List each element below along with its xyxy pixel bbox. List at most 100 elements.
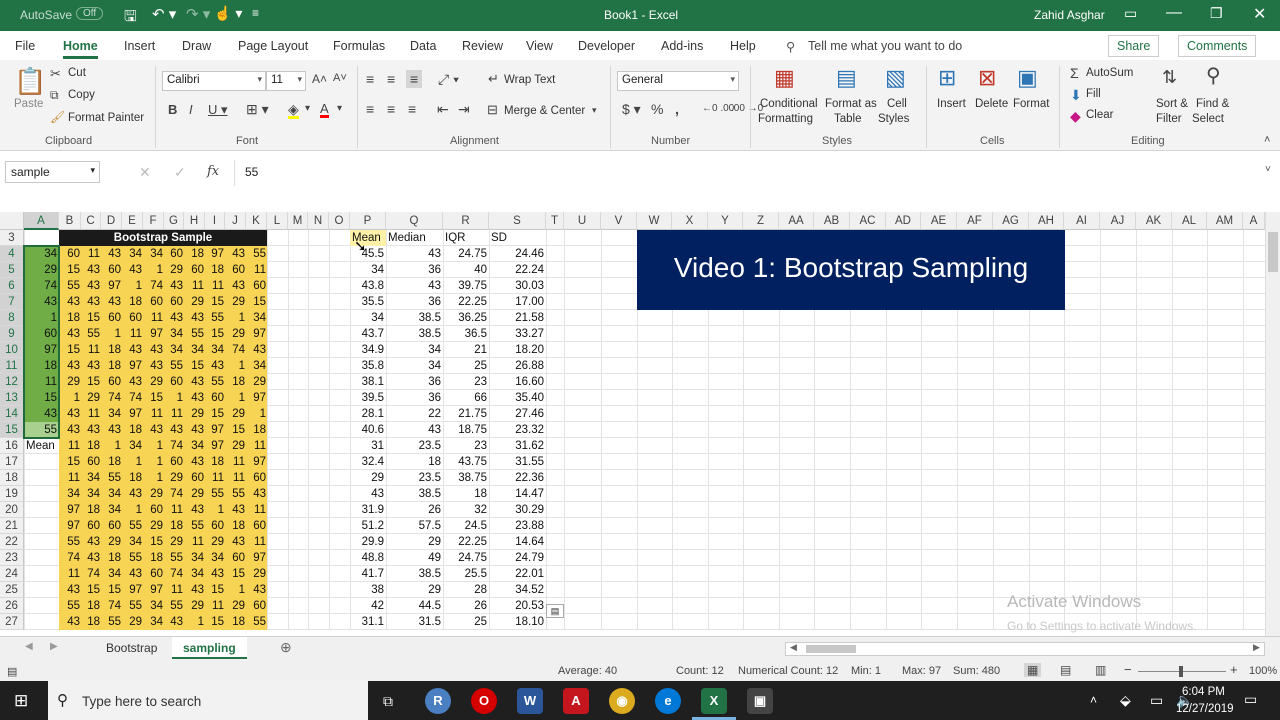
tab-review[interactable]: Review: [462, 39, 503, 53]
bootstrap-value-cell[interactable]: 55: [59, 278, 81, 294]
bootstrap-value-cell[interactable]: 43: [205, 358, 225, 374]
bootstrap-value-cell[interactable]: 34: [184, 566, 205, 582]
status-max[interactable]: Max: 97: [902, 665, 941, 677]
bootstrap-value-cell[interactable]: 1: [122, 502, 143, 518]
bootstrap-value-cell[interactable]: 15: [143, 390, 164, 406]
bootstrap-value-cell[interactable]: 34: [164, 326, 184, 342]
status-sum[interactable]: Sum: 480: [953, 665, 1000, 677]
column-header[interactable]: G: [164, 212, 184, 230]
italic-icon[interactable]: I: [189, 103, 193, 116]
sample-value-cell[interactable]: 97: [24, 342, 59, 358]
bootstrap-value-cell[interactable]: 34: [184, 438, 205, 454]
bootstrap-value-cell[interactable]: 55: [205, 374, 225, 390]
bootstrap-value-cell[interactable]: 60: [205, 390, 225, 406]
bootstrap-value-cell[interactable]: 34: [122, 534, 143, 550]
font-name-select[interactable]: Calibri: [162, 71, 266, 91]
column-header[interactable]: Z: [743, 212, 779, 230]
cell-styles-label2[interactable]: Styles: [878, 113, 909, 125]
bootstrap-value-cell[interactable]: 60: [143, 566, 164, 582]
row-header[interactable]: 25: [0, 582, 24, 598]
bootstrap-value-cell[interactable]: 1: [143, 454, 164, 470]
column-header[interactable]: A: [1243, 212, 1265, 230]
bootstrap-value-cell[interactable]: 55: [205, 310, 225, 326]
cut-icon[interactable]: ✂: [50, 67, 61, 80]
stat-value-cell[interactable]: 43.75: [443, 454, 489, 470]
row-header[interactable]: 12: [0, 374, 24, 390]
bootstrap-value-cell[interactable]: 43: [81, 550, 101, 566]
bootstrap-value-cell[interactable]: 18: [81, 614, 101, 630]
stat-value-cell[interactable]: 22.24: [489, 262, 546, 278]
stat-value-cell[interactable]: 35.5: [350, 294, 386, 310]
stat-value-cell[interactable]: 24.5: [443, 518, 489, 534]
bootstrap-value-cell[interactable]: 60: [122, 310, 143, 326]
bootstrap-value-cell[interactable]: 15: [225, 566, 246, 582]
bootstrap-value-cell[interactable]: 43: [81, 278, 101, 294]
insert-cells-icon[interactable]: ⊞: [938, 67, 956, 89]
macro-record-icon[interactable]: ▤: [7, 665, 17, 678]
page-layout-view-icon[interactable]: ▤: [1060, 663, 1071, 677]
stat-value-cell[interactable]: 36.5: [443, 326, 489, 342]
column-header[interactable]: AE: [921, 212, 957, 230]
bootstrap-value-cell[interactable]: 34: [246, 310, 267, 326]
bootstrap-value-cell[interactable]: 43: [81, 534, 101, 550]
bootstrap-value-cell[interactable]: 97: [59, 502, 81, 518]
prev-sheet-icon[interactable]: ◀: [25, 642, 33, 652]
stat-value-cell[interactable]: 41.7: [350, 566, 386, 582]
tab-help[interactable]: Help: [730, 39, 756, 53]
bootstrap-value-cell[interactable]: 43: [81, 262, 101, 278]
word-icon[interactable]: W: [517, 688, 543, 714]
zoom-in-icon[interactable]: +: [1230, 662, 1238, 677]
bootstrap-value-cell[interactable]: 11: [81, 406, 101, 422]
conditional-formatting-label2[interactable]: Formatting: [758, 113, 813, 125]
bootstrap-value-cell[interactable]: 60: [101, 262, 122, 278]
bootstrap-value-cell[interactable]: 43: [59, 422, 81, 438]
bootstrap-value-cell[interactable]: 60: [59, 246, 81, 262]
sample-value-cell[interactable]: 18: [24, 358, 59, 374]
delete-cells-icon[interactable]: ⊠: [978, 67, 996, 89]
row-header[interactable]: 8: [0, 310, 24, 326]
row-header[interactable]: 7: [0, 294, 24, 310]
status-count[interactable]: Count: 12: [676, 665, 724, 677]
stat-value-cell[interactable]: 24.46: [489, 246, 546, 262]
column-header[interactable]: T: [546, 212, 564, 230]
bootstrap-value-cell[interactable]: 1: [225, 358, 246, 374]
action-center-icon[interactable]: ▭: [1244, 692, 1257, 706]
bootstrap-value-cell[interactable]: 1: [101, 438, 122, 454]
stat-value-cell[interactable]: 36.25: [443, 310, 489, 326]
enter-icon[interactable]: ✓: [174, 165, 186, 179]
zoom-slider-thumb[interactable]: [1179, 666, 1183, 677]
stat-value-cell[interactable]: 24.75: [443, 550, 489, 566]
bootstrap-value-cell[interactable]: 18: [101, 342, 122, 358]
stat-value-cell[interactable]: 17.00: [489, 294, 546, 310]
column-header[interactable]: AH: [1029, 212, 1064, 230]
bootstrap-value-cell[interactable]: 34: [122, 246, 143, 262]
tab-page-layout[interactable]: Page Layout: [238, 39, 308, 53]
opera-icon[interactable]: O: [471, 688, 497, 714]
stat-value-cell[interactable]: 24.75: [443, 246, 489, 262]
sample-value-cell[interactable]: 1: [24, 310, 59, 326]
find-select-icon[interactable]: ⚲: [1206, 66, 1221, 86]
row-header[interactable]: 21: [0, 518, 24, 534]
bootstrap-value-cell[interactable]: 18: [81, 598, 101, 614]
bootstrap-value-cell[interactable]: 18: [225, 374, 246, 390]
collapse-ribbon-icon[interactable]: ˄: [1264, 135, 1270, 146]
bootstrap-value-cell[interactable]: 29: [184, 486, 205, 502]
stat-value-cell[interactable]: 22.01: [489, 566, 546, 582]
column-header[interactable]: Y: [708, 212, 743, 230]
format-as-table-label[interactable]: Format as: [825, 98, 877, 110]
tab-developer[interactable]: Developer: [578, 39, 635, 53]
bootstrap-value-cell[interactable]: 43: [59, 406, 81, 422]
format-cells-button[interactable]: Format: [1013, 98, 1049, 110]
bootstrap-value-cell[interactable]: 18: [246, 422, 267, 438]
stat-value-cell[interactable]: 29: [386, 582, 443, 598]
column-header[interactable]: V: [601, 212, 637, 230]
bootstrap-value-cell[interactable]: 43: [246, 582, 267, 598]
column-header[interactable]: AB: [814, 212, 850, 230]
stat-value-cell[interactable]: 18.10: [489, 614, 546, 630]
row-header[interactable]: 4: [0, 246, 24, 262]
comments-button[interactable]: Comments: [1178, 35, 1257, 57]
tab-insert[interactable]: Insert: [124, 39, 155, 53]
bootstrap-value-cell[interactable]: 60: [164, 374, 184, 390]
bootstrap-value-cell[interactable]: 29: [184, 406, 205, 422]
stat-value-cell[interactable]: 40: [443, 262, 489, 278]
